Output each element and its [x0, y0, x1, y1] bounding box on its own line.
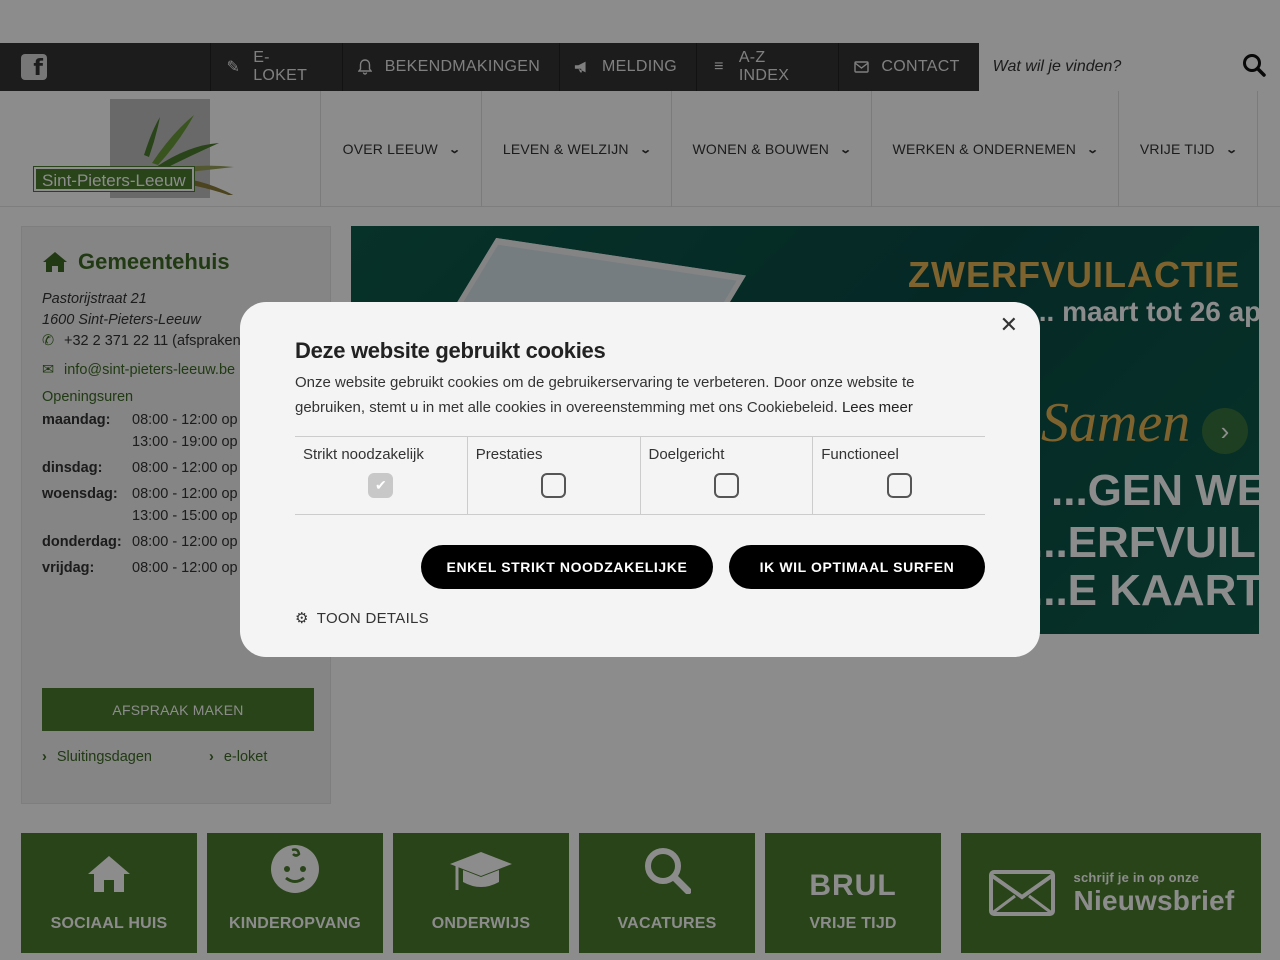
- checkbox-strikt[interactable]: ✔: [368, 473, 394, 498]
- category-label: Strikt noodzakelijk: [303, 446, 424, 463]
- cookie-title: Deze website gebruikt cookies: [295, 338, 606, 363]
- cookie-buttons: ENKEL STRIKT NOODZAKELIJKE IK WIL OPTIMA…: [295, 545, 985, 589]
- cookie-categories: Strikt noodzakelijk ✔ Prestaties Doelger…: [295, 436, 985, 515]
- checkbox-functioneel[interactable]: [886, 473, 912, 498]
- category-label: Doelgericht: [648, 446, 725, 463]
- lees-meer-link[interactable]: Lees meer: [842, 399, 913, 416]
- cookie-dialog: ✕ Deze website gebruikt cookies Onze web…: [240, 302, 1040, 657]
- category-label: Functioneel: [821, 446, 899, 463]
- category-prestaties: Prestaties: [466, 437, 640, 514]
- checkbox-prestaties[interactable]: [541, 473, 567, 498]
- accept-all-button[interactable]: IK WIL OPTIMAAL SURFEN: [729, 545, 985, 589]
- strict-only-button[interactable]: ENKEL STRIKT NOODZAKELIJKE: [421, 545, 713, 589]
- cookie-text-body: Onze website gebruikt cookies om de gebr…: [295, 374, 915, 416]
- checkbox-doelgericht[interactable]: [713, 473, 739, 498]
- gear-icon: ⚙: [295, 610, 309, 627]
- close-icon[interactable]: ✕: [1000, 312, 1018, 338]
- category-label: Prestaties: [475, 446, 543, 463]
- details-label: TOON DETAILS: [316, 609, 429, 627]
- check-icon: ✔: [375, 477, 387, 493]
- category-strikt: Strikt noodzakelijk ✔: [295, 437, 467, 514]
- category-doelgericht: Doelgericht: [639, 437, 813, 514]
- cookie-text: Onze website gebruikt cookies om de gebr…: [295, 370, 955, 420]
- category-functioneel: Functioneel: [812, 437, 985, 514]
- toon-details-link[interactable]: ⚙ TOON DETAILS: [295, 609, 985, 628]
